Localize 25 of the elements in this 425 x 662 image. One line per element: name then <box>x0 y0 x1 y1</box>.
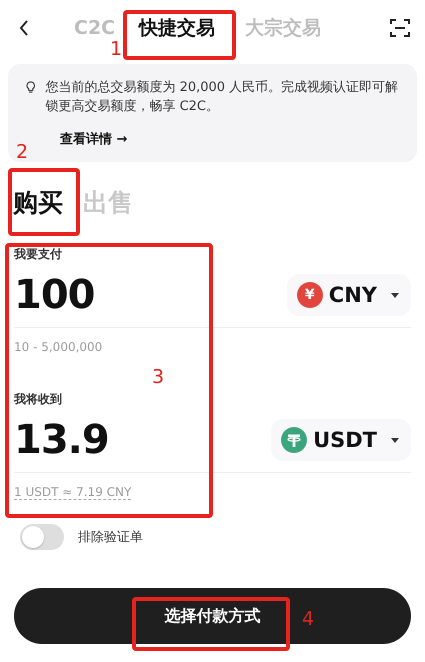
currency-selector[interactable]: ¥ CNY <box>286 274 411 316</box>
back-icon[interactable] <box>18 19 30 37</box>
trade-side-tab[interactable]: 购买 <box>13 186 63 218</box>
caret-icon <box>391 438 399 442</box>
annotation-number: 4 <box>302 610 314 629</box>
amount-input[interactable]: 100 <box>14 272 94 318</box>
toggle-switch[interactable] <box>20 524 64 550</box>
details-link[interactable]: 查看详情 → <box>60 130 128 148</box>
field-label: 我要支付 <box>14 246 63 263</box>
yuan-coin-icon: ¥ <box>296 282 323 308</box>
field-label: 我将收到 <box>14 391 63 408</box>
amount-input[interactable]: 13.9 <box>14 417 109 463</box>
currency-selector[interactable]: USDT <box>271 419 411 461</box>
hint-text: 1 USDT ≈ 7.19 CNY <box>14 485 132 500</box>
tether-coin-icon <box>281 427 308 453</box>
annotation-number: 2 <box>16 143 28 162</box>
notice-text: 您当前的总交易额度为 20,000 人民币。完成视频认证即可解锁更高交易额度，畅享 C2C。 <box>45 79 400 116</box>
annotation-frame <box>8 168 80 236</box>
header-tab[interactable]: 快捷交易 <box>139 15 216 41</box>
caret-icon <box>391 292 399 298</box>
hint-text: 10 - 5,000,000 <box>14 340 102 354</box>
scan-icon[interactable] <box>389 17 411 39</box>
toggle-label: 排除验证单 <box>78 529 143 546</box>
annotation-number: 3 <box>152 368 164 387</box>
annotation-number: 1 <box>110 40 122 59</box>
